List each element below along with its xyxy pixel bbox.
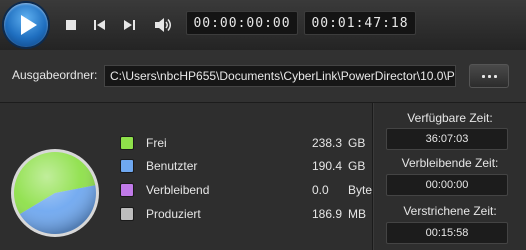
player-toolbar: 00:00:00:00 00:01:47:18 [0,0,526,51]
total-timecode: 00:01:47:18 [304,11,416,35]
volume-button[interactable] [152,14,174,36]
legend-swatch [120,183,134,197]
remaining-time-label: Verbleibende Zeit: [401,156,499,170]
legend-unit: GB [348,136,366,150]
disk-info-panel: Frei 238.3 GB Benutzter 190.4 GB Verblei… [0,103,526,250]
elapsed-time-label: Verstrichene Zeit: [403,204,497,218]
panel-divider [372,103,373,250]
previous-frame-icon [94,20,105,30]
output-folder-path[interactable]: C:\Users\nbcHP655\Documents\CyberLink\Po… [104,65,456,87]
output-folder-row: Ausgabeordner: C:\Users\nbcHP655\Documen… [0,50,526,103]
ellipsis-icon-dot [488,75,491,78]
legend-label: Frei [146,136,167,150]
volume-icon [155,18,171,32]
play-icon [21,15,37,35]
disk-usage-pie-chart [11,149,99,237]
stop-button[interactable] [60,14,82,36]
pie-gloss [14,152,96,234]
output-folder-label: Ausgabeordner: [12,68,98,82]
remaining-time-value: 00:00:00 [386,174,508,196]
ellipsis-icon-dot [494,75,497,78]
legend-label: Produziert [146,207,201,221]
available-time-label: Verfügbare Zeit: [407,111,493,125]
legend-label: Verbleibend [146,183,210,197]
ellipsis-icon [482,75,485,78]
current-timecode: 00:00:00:00 [186,11,298,35]
legend-swatch [120,159,134,173]
browse-button[interactable] [469,64,509,88]
legend-swatch [120,136,134,150]
play-button[interactable] [4,3,48,47]
next-frame-button[interactable] [118,14,140,36]
legend-unit: GB [348,159,366,173]
elapsed-time-value: 00:15:58 [386,222,508,244]
legend-swatch [120,207,134,221]
stop-icon [66,20,76,30]
available-time-value: 36:07:03 [386,128,508,150]
legend-unit: MB [348,207,366,221]
legend-unit: Byte [348,183,373,197]
previous-frame-button[interactable] [89,14,111,36]
legend-label: Benutzter [146,159,198,173]
next-frame-icon [124,20,135,30]
